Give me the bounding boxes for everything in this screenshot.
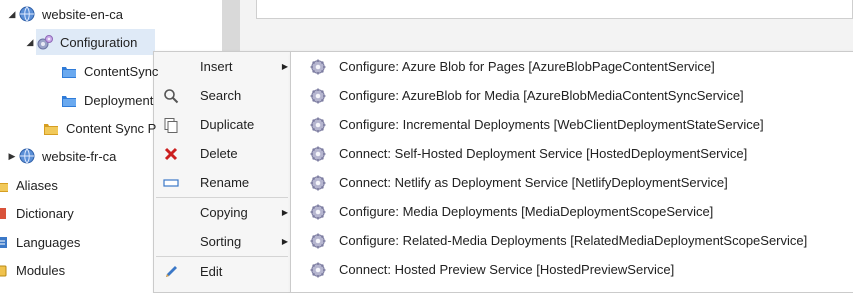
tree-item-label: Dictionary bbox=[16, 205, 74, 221]
book-icon bbox=[0, 204, 10, 222]
delete-icon bbox=[154, 139, 188, 168]
submenu-arrow-icon: ▶ bbox=[281, 208, 288, 217]
gear-icon bbox=[306, 262, 330, 278]
tree-item-label: Languages bbox=[16, 234, 81, 250]
gear-icon bbox=[306, 117, 330, 133]
tree-item-label: Configuration bbox=[60, 34, 138, 50]
rename-icon bbox=[154, 168, 188, 197]
submenu-item[interactable]: Connect: Netlify as Deployment Service [… bbox=[291, 168, 853, 197]
copying-icon bbox=[154, 198, 188, 227]
tree-item-label: website-en-ca bbox=[42, 6, 123, 22]
tree-item-label: Modules bbox=[16, 262, 66, 278]
globe-icon bbox=[18, 5, 36, 23]
gear-icon bbox=[306, 59, 330, 75]
tree-item-deployment[interactable]: Deployment bbox=[60, 86, 153, 114]
language-icon bbox=[0, 233, 10, 251]
menu-item-insert[interactable]: Insert ▶ bbox=[154, 52, 290, 81]
collapse-toggle-icon[interactable]: ▶ bbox=[6, 151, 18, 162]
gear-icon bbox=[306, 233, 330, 249]
insert-submenu: Configure: Azure Blob for Pages [AzureBl… bbox=[290, 51, 853, 293]
folder-yellow-icon bbox=[42, 119, 60, 137]
edit-icon bbox=[154, 257, 188, 286]
tree-item-aliases[interactable]: Aliases bbox=[0, 171, 58, 199]
tree-item-label: website-fr-ca bbox=[42, 148, 117, 164]
submenu-item[interactable]: Connect: Hosted Preview Service [HostedP… bbox=[291, 255, 853, 284]
expand-toggle-icon[interactable]: ◢ bbox=[24, 37, 36, 48]
tree-item-languages[interactable]: Languages bbox=[0, 228, 80, 256]
globe-icon bbox=[18, 147, 36, 165]
module-icon bbox=[0, 261, 10, 279]
menu-item-rename[interactable]: Rename bbox=[154, 168, 290, 197]
menu-item-copying[interactable]: Copying ▶ bbox=[154, 198, 290, 227]
insert-icon bbox=[154, 52, 188, 81]
tree-item-website-en-ca[interactable]: ◢ website-en-ca bbox=[6, 0, 123, 28]
submenu-arrow-icon: ▶ bbox=[281, 62, 288, 71]
gear-icon bbox=[306, 175, 330, 191]
tree-item-modules[interactable]: Modules bbox=[0, 256, 65, 284]
gear-icon bbox=[36, 33, 54, 51]
tree-item-dictionary[interactable]: Dictionary bbox=[0, 199, 74, 227]
submenu-item[interactable]: Configure: Related-Media Deployments [Re… bbox=[291, 226, 853, 255]
submenu-item[interactable]: Configure: Media Deployments [MediaDeplo… bbox=[291, 197, 853, 226]
tree-item-label: Aliases bbox=[16, 177, 58, 193]
menu-item-duplicate[interactable]: Duplicate bbox=[154, 110, 290, 139]
value-field-text: website bbox=[275, 0, 319, 1]
menu-item-sorting[interactable]: Sorting ▶ bbox=[154, 227, 290, 256]
submenu-item[interactable]: Configure: Azure Blob for Pages [AzureBl… bbox=[291, 52, 853, 81]
gear-icon bbox=[306, 204, 330, 220]
gear-icon bbox=[306, 88, 330, 104]
duplicate-icon bbox=[154, 110, 188, 139]
value-field[interactable]: website bbox=[256, 0, 853, 19]
menu-item-edit[interactable]: Edit bbox=[154, 257, 290, 286]
tree-item-website-fr-ca[interactable]: ▶ website-fr-ca bbox=[6, 142, 116, 170]
tree-item-label: Deployment bbox=[84, 92, 154, 108]
submenu-item[interactable]: Connect: Self-Hosted Deployment Service … bbox=[291, 139, 853, 168]
expand-toggle-icon[interactable]: ◢ bbox=[6, 9, 18, 20]
tree-item-label: Content Sync P bbox=[66, 120, 157, 136]
folder-blue-icon bbox=[60, 91, 78, 109]
submenu-item[interactable]: Configure: Incremental Deployments [WebC… bbox=[291, 110, 853, 139]
context-menu: Insert ▶ Search Duplicate Delete Rename … bbox=[153, 51, 291, 293]
search-icon bbox=[154, 81, 188, 110]
folder-blue-icon bbox=[60, 62, 78, 80]
tree-item-label: ContentSync bbox=[84, 63, 159, 79]
submenu-arrow-icon: ▶ bbox=[281, 237, 288, 246]
submenu-item[interactable]: Configure: AzureBlob for Media [AzureBlo… bbox=[291, 81, 853, 110]
tree-item-content-sync-p[interactable]: Content Sync P bbox=[42, 114, 156, 142]
gear-icon bbox=[306, 146, 330, 162]
sorting-icon bbox=[154, 227, 188, 256]
folder-yellow-icon bbox=[0, 176, 10, 194]
menu-item-search[interactable]: Search bbox=[154, 81, 290, 110]
tree-item-contentsync[interactable]: ContentSync bbox=[60, 57, 158, 85]
menu-item-delete[interactable]: Delete bbox=[154, 139, 290, 168]
